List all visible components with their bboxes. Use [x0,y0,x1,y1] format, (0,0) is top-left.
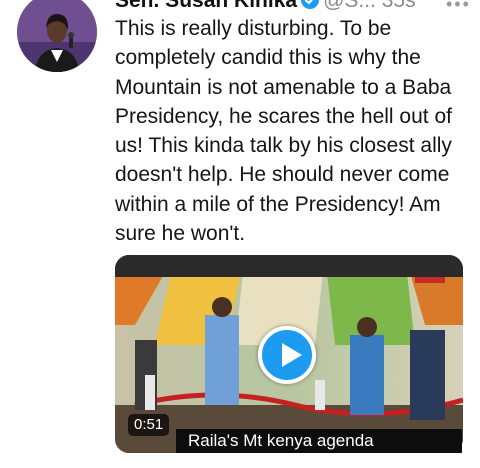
video-duration: 0:51 [128,414,170,436]
video-caption: Raila's Mt kenya agenda [176,429,462,453]
tweet[interactable]: Sen. Susan Kihika @S... 35s ••• This is r… [0,0,480,468]
timestamp[interactable]: 35s [382,0,416,12]
tweet-text: This is really disturbing. To be complet… [115,17,452,246]
display-name[interactable]: Sen. Susan Kihika [115,0,297,12]
avatar[interactable] [17,0,97,72]
more-dots-icon[interactable]: ••• [446,0,471,15]
play-icon [282,343,302,367]
play-button[interactable] [258,326,316,384]
tweet-header: Sen. Susan Kihika @S... 35s [115,0,475,12]
handle[interactable]: @S... [323,0,376,12]
avatar-image [17,0,97,72]
verified-badge-icon [301,0,320,9]
